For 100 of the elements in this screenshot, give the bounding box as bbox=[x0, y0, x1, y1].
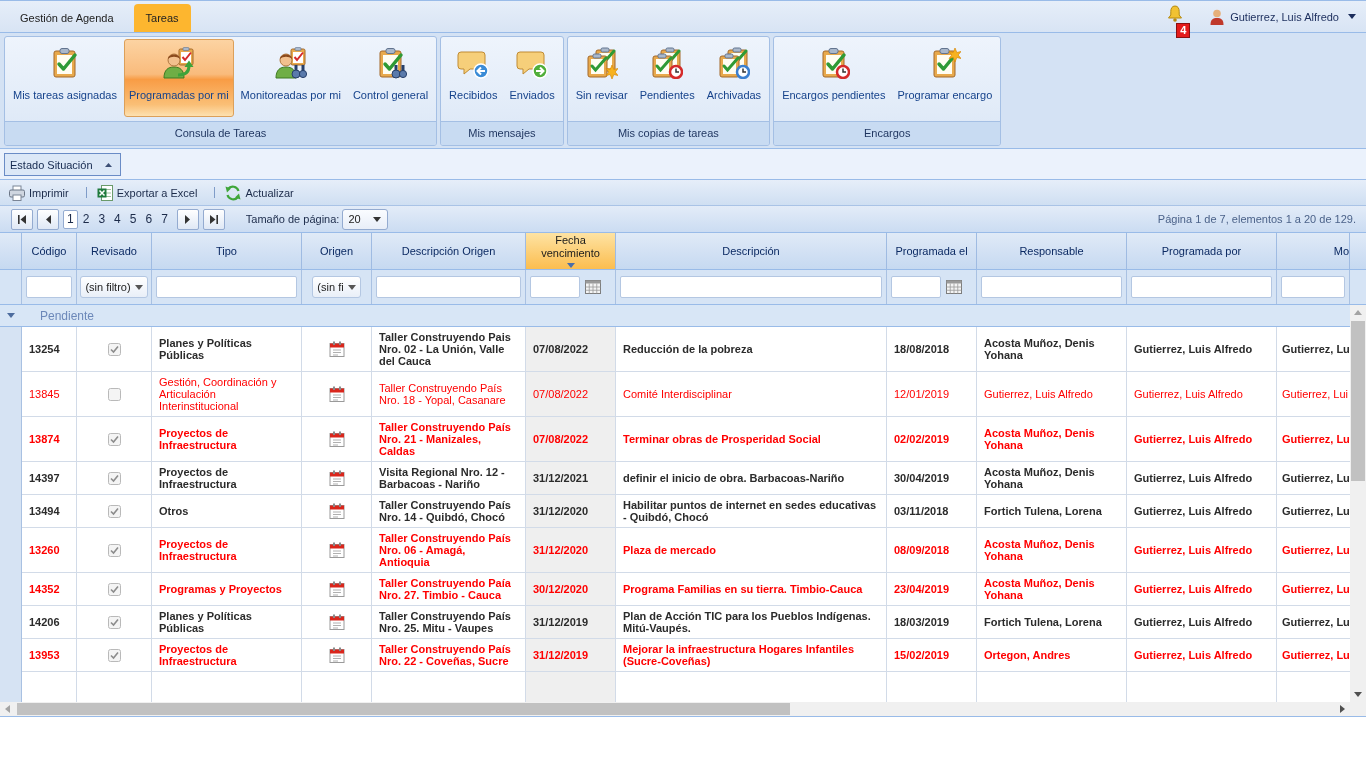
column-header[interactable]: Mo bbox=[1277, 233, 1350, 269]
table-row[interactable] bbox=[0, 462, 1350, 495]
horizontal-scrollbar[interactable] bbox=[0, 702, 1366, 717]
last-page-button[interactable] bbox=[202, 208, 225, 230]
page-link[interactable]: 6 bbox=[141, 209, 157, 229]
table-cell: 07/08/2022 bbox=[526, 372, 616, 417]
date-filter-input[interactable] bbox=[891, 276, 941, 298]
filter-input[interactable] bbox=[26, 276, 72, 298]
toolbar-button[interactable]: Imprimir bbox=[9, 184, 69, 201]
checkbox[interactable] bbox=[107, 615, 121, 629]
calendar-icon[interactable] bbox=[328, 503, 345, 519]
column-header[interactable]: Origen bbox=[302, 233, 372, 269]
previous-page-icon bbox=[45, 214, 51, 224]
table-cell: 31/12/2020 bbox=[526, 495, 616, 528]
page-link[interactable]: 1 bbox=[63, 209, 78, 229]
ribbon-button[interactable]: Recibidos bbox=[444, 39, 503, 117]
calendar-icon[interactable] bbox=[328, 614, 345, 630]
filter-input[interactable] bbox=[156, 276, 297, 298]
refresh-icon bbox=[225, 184, 242, 201]
column-header[interactable]: Programada por bbox=[1127, 233, 1277, 269]
ribbon-button[interactable]: Pendientes bbox=[634, 39, 700, 117]
table-row[interactable] bbox=[0, 606, 1350, 639]
ribbon-button[interactable]: Sin revisar bbox=[570, 39, 633, 117]
filter-input[interactable] bbox=[981, 276, 1122, 298]
checkbox[interactable] bbox=[107, 432, 121, 446]
filter-input[interactable] bbox=[620, 276, 882, 298]
calendar-icon[interactable] bbox=[328, 431, 345, 447]
checkbox[interactable] bbox=[107, 648, 121, 662]
ribbon-button[interactable]: Encargos pendientes bbox=[777, 39, 891, 117]
calendar-icon[interactable] bbox=[328, 542, 345, 558]
column-header[interactable]: Fecha vencimiento bbox=[526, 233, 616, 269]
vertical-scrollbar[interactable] bbox=[1350, 305, 1366, 702]
date-filter-input[interactable] bbox=[530, 276, 580, 298]
page-link[interactable]: 2 bbox=[78, 209, 94, 229]
table-cell: 31/12/2020 bbox=[526, 528, 616, 573]
scroll-left-icon[interactable] bbox=[5, 705, 10, 713]
ribbon-button[interactable]: Mis tareas asignadas bbox=[8, 39, 122, 117]
toolbar-button[interactable]: Exportar a Excel bbox=[96, 184, 198, 201]
scroll-up-icon[interactable] bbox=[1354, 310, 1362, 315]
calendar-icon[interactable] bbox=[328, 581, 345, 597]
filter-input[interactable] bbox=[376, 276, 521, 298]
bell-icon[interactable] bbox=[1167, 5, 1184, 22]
ribbon-button[interactable]: Control general bbox=[347, 39, 434, 117]
checkbox[interactable] bbox=[107, 471, 121, 485]
first-page-button[interactable] bbox=[11, 208, 33, 230]
next-page-button[interactable] bbox=[176, 208, 199, 230]
table-row[interactable] bbox=[0, 327, 1350, 372]
column-header[interactable]: Responsable bbox=[977, 233, 1127, 269]
previous-page-button[interactable] bbox=[37, 208, 59, 230]
column-header[interactable]: Código bbox=[22, 233, 77, 269]
table-cell: 31/12/2019 bbox=[526, 639, 616, 672]
filter-input[interactable] bbox=[1281, 276, 1345, 298]
toolbar-button[interactable]: Actualizar bbox=[225, 184, 294, 201]
column-header[interactable]: Descripción bbox=[616, 233, 887, 269]
filter-dropdown[interactable]: (sin fi bbox=[312, 276, 361, 298]
calendar-icon[interactable] bbox=[328, 386, 345, 402]
page-link[interactable]: 5 bbox=[125, 209, 141, 229]
calendar-icon[interactable] bbox=[946, 280, 962, 294]
column-header[interactable]: Revisado bbox=[77, 233, 152, 269]
checkbox[interactable] bbox=[107, 387, 121, 401]
ribbon-button[interactable]: Archivadas bbox=[701, 39, 767, 117]
checkbox[interactable] bbox=[107, 342, 121, 356]
caret-down-icon[interactable] bbox=[7, 313, 15, 318]
checkbox[interactable] bbox=[107, 582, 121, 596]
page-link[interactable]: 4 bbox=[110, 209, 125, 229]
table-row[interactable] bbox=[0, 495, 1350, 528]
person-clipboard-arrow-icon bbox=[162, 47, 195, 79]
checkbox[interactable] bbox=[107, 504, 121, 518]
ribbon-button[interactable]: Monitoreadas por mi bbox=[235, 39, 346, 117]
scroll-right-icon[interactable] bbox=[1340, 705, 1345, 713]
user-avatar-icon bbox=[1210, 8, 1225, 25]
page-link[interactable]: 3 bbox=[94, 209, 110, 229]
scrollbar-thumb[interactable] bbox=[17, 703, 790, 715]
filter-input[interactable] bbox=[1131, 276, 1272, 298]
filter-dropdown[interactable]: (sin filtro) bbox=[80, 276, 148, 298]
panel-toggle-button[interactable]: Estado Situación bbox=[4, 153, 121, 176]
calendar-icon[interactable] bbox=[328, 341, 345, 357]
page-size-label: Tamaño de página: bbox=[245, 213, 340, 225]
column-header[interactable]: Programada el bbox=[887, 233, 977, 269]
tab[interactable]: Gestión de Agenda bbox=[8, 4, 126, 32]
calendar-icon[interactable] bbox=[328, 470, 345, 486]
page-size-dropdown[interactable]: 20 bbox=[342, 208, 389, 230]
clipboards-clock-icon bbox=[717, 47, 750, 79]
ribbon-button[interactable]: Programadas por mi bbox=[123, 39, 234, 117]
scroll-down-icon[interactable] bbox=[1354, 692, 1362, 697]
table-row[interactable]: 13260 Proyectos de Infraestructura Taller Construyendo País Nro. 06 - Amagá, Antioquia 31/12/2020 Plaza de mercado 08/09/2018 Acosta Muñoz, Denis Yohana Gutierrez, Luis Alfredo Gutierrez, Lu bbox=[0, 528, 1350, 573]
next-page-icon bbox=[185, 214, 191, 224]
table-cell: 30/12/2020 bbox=[526, 573, 616, 606]
calendar-icon[interactable] bbox=[585, 280, 601, 294]
column-header[interactable]: Tipo bbox=[152, 233, 302, 269]
page-link[interactable]: 7 bbox=[157, 209, 172, 229]
table-cell: 31/12/2021 bbox=[526, 462, 616, 495]
scrollbar-thumb[interactable] bbox=[1351, 321, 1365, 481]
tab[interactable]: Tareas bbox=[133, 4, 191, 32]
checkbox[interactable] bbox=[107, 543, 121, 557]
calendar-icon[interactable] bbox=[328, 647, 345, 663]
ribbon-button[interactable]: Enviados bbox=[504, 39, 560, 117]
ribbon-button[interactable]: Programar encargo bbox=[892, 39, 998, 117]
user-menu-button[interactable]: Gutierrez, Luis Alfredo bbox=[1210, 8, 1356, 25]
table-cell: 31/12/2019 bbox=[526, 606, 616, 639]
